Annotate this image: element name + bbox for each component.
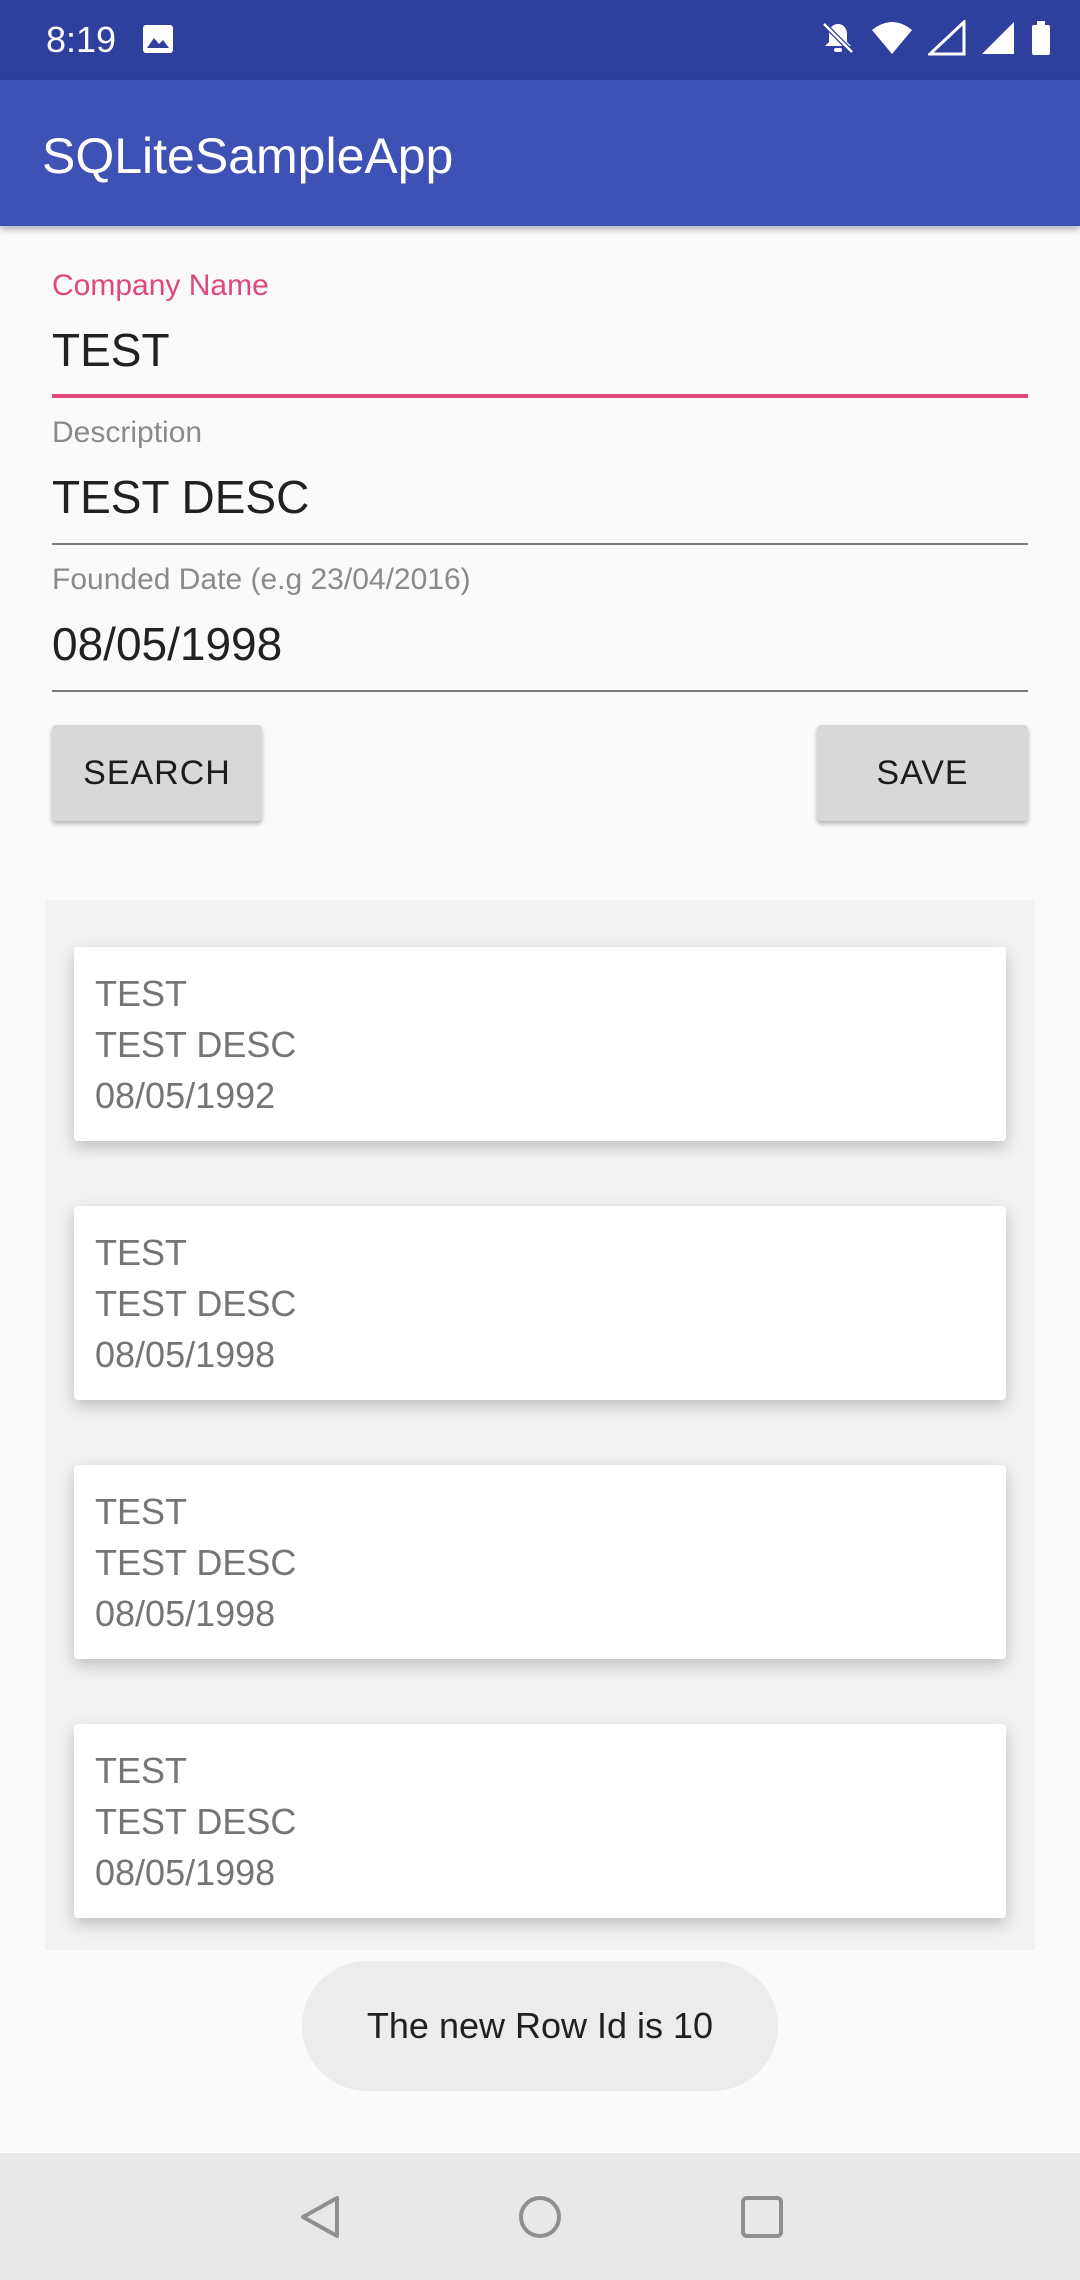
list-item-date: 08/05/1992 bbox=[95, 1075, 276, 1116]
wifi-icon bbox=[870, 20, 914, 61]
company-name-input[interactable]: TEST bbox=[52, 322, 1028, 378]
list-item-description: TEST DESC bbox=[95, 1801, 297, 1842]
list-item[interactable]: TEST TEST DESC 08/05/1998 bbox=[74, 1465, 1006, 1659]
description-field[interactable]: Description TEST DESC bbox=[52, 415, 1028, 547]
screen: 8:19 SQLiteSampleApp Company Name TEST D… bbox=[0, 0, 1080, 2280]
status-bar: 8:19 bbox=[0, 0, 1080, 80]
app-bar: SQLiteSampleApp bbox=[0, 80, 1080, 226]
signal-full-icon bbox=[980, 20, 1016, 61]
list-item-name: TEST bbox=[95, 1232, 188, 1273]
status-time: 8:19 bbox=[46, 19, 117, 60]
status-icons bbox=[820, 18, 1052, 62]
recents-button[interactable] bbox=[732, 2187, 792, 2247]
app-title: SQLiteSampleApp bbox=[42, 128, 454, 184]
list-item[interactable]: TEST TEST DESC 08/05/1998 bbox=[74, 1724, 1006, 1918]
company-name-underline bbox=[52, 394, 1028, 398]
toast-message: The new Row Id is 10 bbox=[366, 2005, 714, 2046]
description-underline bbox=[52, 543, 1028, 545]
founded-date-field[interactable]: Founded Date (e.g 23/04/2016) 08/05/1998 bbox=[52, 562, 1028, 694]
list-item[interactable]: TEST TEST DESC 08/05/1992 bbox=[74, 947, 1006, 1141]
list-item-description: TEST DESC bbox=[95, 1542, 297, 1583]
battery-icon bbox=[1030, 20, 1052, 61]
list-item-name: TEST bbox=[95, 973, 188, 1014]
list-item-date: 08/05/1998 bbox=[95, 1852, 276, 1893]
recents-icon bbox=[741, 2196, 783, 2238]
description-input[interactable]: TEST DESC bbox=[52, 469, 1028, 525]
toast: The new Row Id is 10 bbox=[302, 1961, 778, 2091]
founded-date-input[interactable]: 08/05/1998 bbox=[52, 616, 1028, 672]
notifications-off-icon bbox=[820, 20, 856, 61]
list-item-name: TEST bbox=[95, 1750, 188, 1791]
image-icon bbox=[143, 25, 173, 53]
list-item[interactable]: TEST TEST DESC 08/05/1998 bbox=[74, 1206, 1006, 1400]
list-item-date: 08/05/1998 bbox=[95, 1334, 276, 1375]
company-list[interactable]: TEST TEST DESC 08/05/1992 TEST TEST DESC… bbox=[45, 900, 1035, 1950]
list-item-description: TEST DESC bbox=[95, 1283, 297, 1324]
search-button[interactable]: SEARCH bbox=[52, 725, 262, 821]
description-label: Description bbox=[52, 416, 203, 449]
home-icon bbox=[519, 2196, 561, 2238]
list-item-date: 08/05/1998 bbox=[95, 1593, 276, 1634]
home-button[interactable] bbox=[510, 2187, 570, 2247]
founded-date-label: Founded Date (e.g 23/04/2016) bbox=[52, 563, 471, 596]
back-button[interactable] bbox=[290, 2187, 350, 2247]
list-item-name: TEST bbox=[95, 1491, 188, 1532]
navigation-bar bbox=[0, 2153, 1080, 2280]
list-item-description: TEST DESC bbox=[95, 1024, 297, 1065]
back-icon bbox=[301, 2196, 339, 2238]
signal-empty-icon bbox=[926, 18, 966, 61]
company-name-label: Company Name bbox=[52, 269, 269, 302]
founded-date-underline bbox=[52, 690, 1028, 692]
company-name-field[interactable]: Company Name TEST bbox=[52, 268, 1028, 400]
save-button[interactable]: SAVE bbox=[817, 725, 1028, 821]
